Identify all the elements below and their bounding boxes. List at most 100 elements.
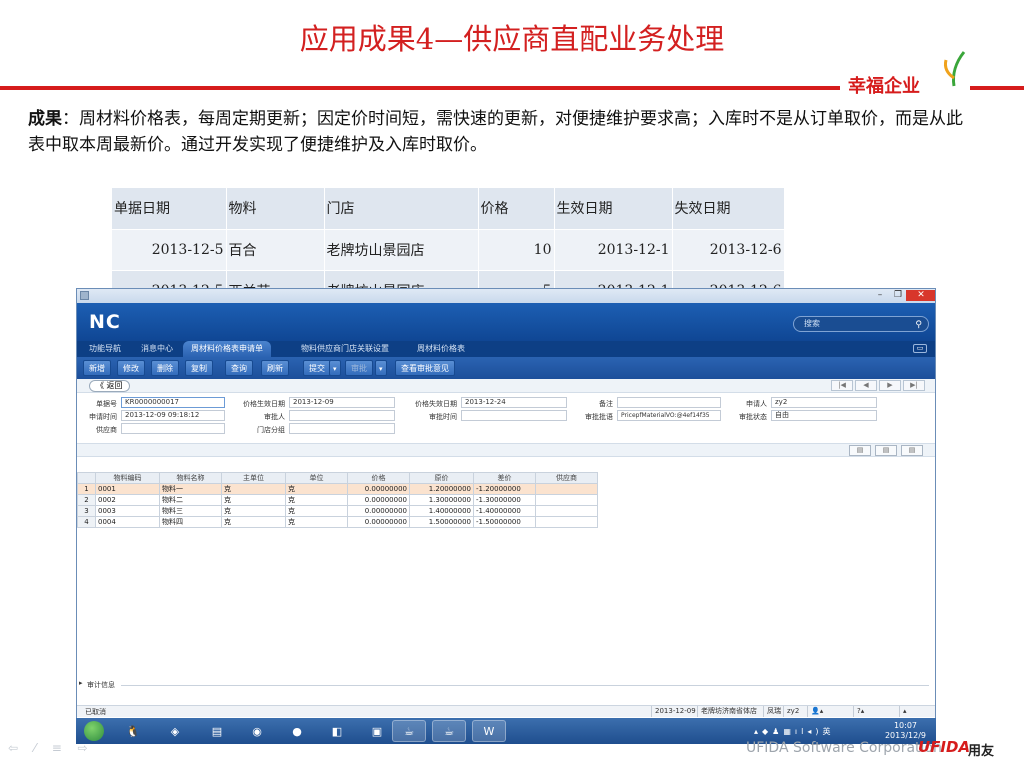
grid-cell[interactable]: -1.20000000 xyxy=(473,483,536,495)
globe-icon[interactable]: ● xyxy=(280,720,314,742)
grid-cell[interactable]: 0.00000000 xyxy=(347,516,410,528)
grid-cell[interactable]: 0.00000000 xyxy=(347,494,410,506)
last-record-icon[interactable]: ▶| xyxy=(903,380,925,391)
tab-price-application[interactable]: 周材料价格表申请单 xyxy=(183,341,271,357)
java-app-icon[interactable]: ☕ xyxy=(392,720,426,742)
search-input[interactable]: 搜索 ⚲ xyxy=(793,316,929,332)
close-button[interactable]: ✕ xyxy=(906,290,935,301)
approve-time-field[interactable] xyxy=(461,410,567,421)
grid-row[interactable]: 1 0001 物料一 克 克 0.00000000 1.20000000 -1.… xyxy=(77,483,598,495)
submit-button[interactable]: 提交 xyxy=(303,360,331,376)
refresh-button[interactable]: 刷新 xyxy=(261,360,289,376)
grid-cell[interactable]: 1.40000000 xyxy=(409,505,474,517)
grid-cell[interactable]: 克 xyxy=(285,516,348,528)
first-record-icon[interactable]: |◀ xyxy=(831,380,853,391)
grid-cell[interactable] xyxy=(535,505,598,517)
grid-cell[interactable]: 1.50000000 xyxy=(409,516,474,528)
audit-section[interactable]: ▸ 审计信息 xyxy=(77,679,935,691)
grid-cell[interactable]: 克 xyxy=(221,516,286,528)
next-record-icon[interactable]: ▶ xyxy=(879,380,901,391)
grid-cell[interactable]: 0.00000000 xyxy=(347,483,410,495)
expire-date-label: 价格失效日期 xyxy=(415,400,457,408)
grid-cell[interactable]: 物料四 xyxy=(159,516,222,528)
word-icon[interactable]: W xyxy=(472,720,506,742)
approve-status-field[interactable]: 自由 xyxy=(771,410,877,421)
approver-label: 审批人 xyxy=(264,413,285,421)
grid-cell[interactable]: 0003 xyxy=(95,505,160,517)
grid-cell[interactable]: -1.30000000 xyxy=(473,494,536,506)
grid-cell[interactable] xyxy=(535,516,598,528)
grid-cell[interactable]: 克 xyxy=(221,505,286,517)
tab-price-table[interactable]: 周材料价格表 xyxy=(409,341,473,357)
grid-cell[interactable]: 物料三 xyxy=(159,505,222,517)
supplier-field[interactable] xyxy=(121,423,225,434)
approve-dropdown-icon[interactable]: ▾ xyxy=(375,360,387,376)
view-approval-button[interactable]: 查看审批意见 xyxy=(395,360,455,376)
store-group-field[interactable] xyxy=(289,423,395,434)
grid-cell[interactable]: 克 xyxy=(285,494,348,506)
java-app-icon-2[interactable]: ☕ xyxy=(432,720,466,742)
effective-date-field[interactable]: 2013-12-09 xyxy=(289,397,395,408)
tray-icons[interactable]: ▴◆♟▦ıl◂)英 xyxy=(754,726,834,737)
tab-messages[interactable]: 消息中心 xyxy=(133,341,181,357)
grid-cell[interactable] xyxy=(535,494,598,506)
grid-cell[interactable]: 1.30000000 xyxy=(409,494,474,506)
expire-date-field[interactable]: 2013-12-24 xyxy=(461,397,567,408)
grid-row[interactable]: 2 0002 物料二 克 克 0.00000000 1.30000000 -1.… xyxy=(77,494,598,506)
grid-cell[interactable]: -1.50000000 xyxy=(473,516,536,528)
app-red-icon[interactable]: ◈ xyxy=(158,720,192,742)
tab-function-nav[interactable]: 功能导航 xyxy=(81,341,129,357)
grid-cell[interactable]: 克 xyxy=(221,483,286,495)
grid-row[interactable]: 4 0004 物料四 克 克 0.00000000 1.50000000 -1.… xyxy=(77,516,598,528)
edit-button[interactable]: 修改 xyxy=(117,360,145,376)
expand-caret-icon[interactable]: ▸ xyxy=(79,679,83,687)
approve-flow-field[interactable]: PricepfMaterialVO:@4ef14f35 xyxy=(617,410,721,421)
grid-cell[interactable]: 0001 xyxy=(95,483,160,495)
submit-dropdown-icon[interactable]: ▾ xyxy=(329,360,341,376)
user-menu-icon[interactable]: 👤▴ xyxy=(807,706,826,717)
grid-cell[interactable]: 克 xyxy=(221,494,286,506)
folder-icon[interactable]: ▤ xyxy=(200,720,234,742)
grid-cell[interactable]: 0.00000000 xyxy=(347,505,410,517)
tab-supplier-store-link[interactable]: 物料供应商门店关联设置 xyxy=(293,341,397,357)
maximize-button[interactable]: ❐ xyxy=(890,290,906,301)
grid-cell[interactable]: 0002 xyxy=(95,494,160,506)
header-divider-right xyxy=(970,86,1024,90)
grid-cell[interactable]: -1.40000000 xyxy=(473,505,536,517)
help-menu-icon[interactable]: ?▴ xyxy=(853,706,867,717)
new-button[interactable]: 新增 xyxy=(83,360,111,376)
monitor-icon[interactable]: ▣ xyxy=(360,720,394,742)
slide-nav-icons[interactable]: ⇦ ⁄ ≡ ⇨ xyxy=(8,741,94,755)
database-icon[interactable]: ◧ xyxy=(320,720,354,742)
prev-record-icon[interactable]: ◀ xyxy=(855,380,877,391)
approver-field[interactable] xyxy=(289,410,395,421)
delete-button[interactable]: 删除 xyxy=(151,360,179,376)
collapse-icon[interactable]: ▴ xyxy=(899,706,910,717)
back-button[interactable]: 《 返回 xyxy=(89,380,130,392)
copy-row-icon[interactable]: ▤ xyxy=(901,445,923,456)
search-icon[interactable]: ⚲ xyxy=(915,318,922,332)
grid-cell[interactable]: 0004 xyxy=(95,516,160,528)
approve-button[interactable]: 审批 xyxy=(345,360,373,376)
grid-cell[interactable]: 物料二 xyxy=(159,494,222,506)
apply-time-field[interactable]: 2013-12-09 09:18:12 xyxy=(121,410,225,421)
grid-cell[interactable]: 物料一 xyxy=(159,483,222,495)
add-row-icon[interactable]: ▤ xyxy=(849,445,871,456)
minimize-button[interactable]: – xyxy=(872,290,888,301)
grid-cell[interactable] xyxy=(535,483,598,495)
note-field[interactable] xyxy=(617,397,721,408)
start-button-icon[interactable] xyxy=(84,721,104,741)
qq-icon[interactable]: 🐧 xyxy=(116,720,150,742)
header-divider-left xyxy=(0,86,840,90)
bill-no-field[interactable]: KR0000000017 xyxy=(121,397,225,408)
grid-cell[interactable]: 克 xyxy=(285,505,348,517)
grid-cell[interactable]: 克 xyxy=(285,483,348,495)
tab-menu-icon[interactable]: ▭ xyxy=(913,344,927,353)
delete-row-icon[interactable]: ▤ xyxy=(875,445,897,456)
grid-row[interactable]: 3 0003 物料三 克 克 0.00000000 1.40000000 -1.… xyxy=(77,505,598,517)
applicant-field[interactable]: zy2 xyxy=(771,397,877,408)
copy-button[interactable]: 复制 xyxy=(185,360,213,376)
grid-cell[interactable]: 1.20000000 xyxy=(409,483,474,495)
query-button[interactable]: 查询 xyxy=(225,360,253,376)
browser-icon[interactable]: ◉ xyxy=(240,720,274,742)
